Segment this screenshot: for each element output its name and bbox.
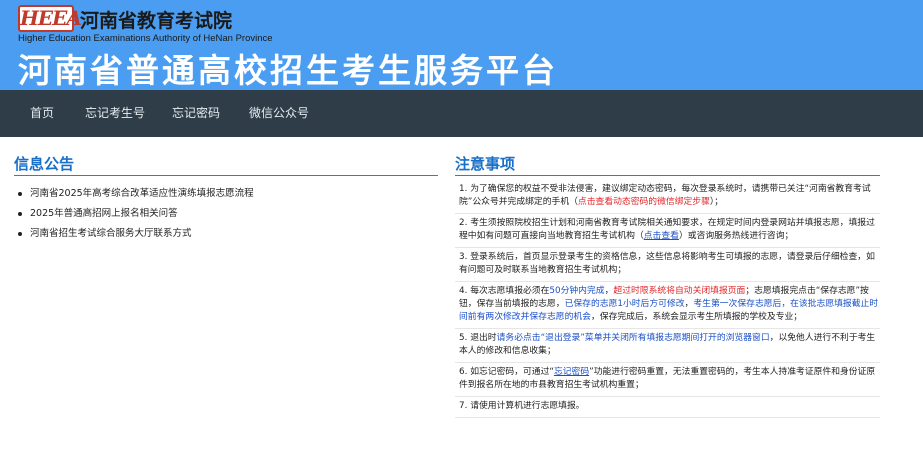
rule-text: 请使用计算机进行志愿填报。: [470, 401, 585, 411]
main-nav: 首页 忘记考生号 忘记密码 微信公众号: [0, 90, 923, 137]
nav-item-forgot-password[interactable]: 忘记密码: [172, 90, 220, 137]
rule-text: 如忘记密码，可通过“: [470, 367, 554, 377]
rule-text: ，保存完成后，系统会显示考生所填报的学校及专业；: [590, 312, 803, 322]
notice-panel: 信息公告 河南省2025年高考综合改革适应性演练填报志愿流程 2025年普通高招…: [14, 152, 438, 244]
rules-panel: 注意事项 1. 为了确保您的权益不受非法侵害，建议绑定动态密码，每次登录系统时，…: [455, 152, 880, 420]
platform-title: 河南省普通高校招生考生服务平台: [18, 51, 558, 90]
rule-number: 3.: [459, 252, 468, 262]
rule-text: 登录系统后，首页显示登录考生的资格信息，这些信息将影响考生可填报的志愿，请登录后…: [459, 252, 875, 275]
nav-item-forgot-exam-number[interactable]: 忘记考生号: [85, 90, 145, 137]
rule-number: 7.: [459, 401, 468, 411]
notice-item[interactable]: 河南省招生考试综合服务大厅联系方式: [14, 224, 438, 244]
rule-highlight: 已保存的志愿1小时后方可修改: [564, 299, 685, 309]
rule-highlight: 50分钟内完成: [549, 286, 605, 296]
forgot-password-link[interactable]: 忘记密码: [554, 367, 589, 377]
rule-item-6: 6. 如忘记密码，可通过“忘记密码”功能进行密码重置，无法重置密码的，考生本人持…: [455, 365, 880, 397]
rule-number: 5.: [459, 333, 468, 343]
rule-text: 退出时: [470, 333, 497, 343]
rule-number: 6.: [459, 367, 468, 377]
rule-warning: 超过时限系统将自动关闭填报页面: [613, 286, 746, 296]
rule-item-4: 4. 每次志愿填报必须在50分钟内完成，超过时限系统将自动关闭填报页面；志愿填报…: [455, 284, 880, 329]
rule-item-7: 7. 请使用计算机进行志愿填报。: [455, 399, 880, 418]
nav-item-wechat-account[interactable]: 微信公众号: [249, 90, 309, 137]
nav-item-home[interactable]: 首页: [30, 90, 54, 137]
view-local-office-link[interactable]: 点击查看: [644, 231, 679, 241]
site-header: HEEA 河南省教育考试院 Higher Education Examinati…: [0, 0, 923, 90]
org-name-en: Higher Education Examinations Authority …: [18, 33, 273, 44]
wechat-binding-steps-link[interactable]: 点击查看动态密码的微信绑定步骤: [578, 197, 710, 207]
notice-item[interactable]: 河南省2025年高考综合改革适应性演练填报志愿流程: [14, 184, 438, 204]
logo-text: HEEA: [20, 6, 82, 30]
rule-text: ）；: [709, 197, 724, 207]
rule-item-5: 5. 退出时请务必点击“退出登录”菜单并关闭所有填报志愿期间打开的浏览器窗口，以…: [455, 331, 880, 363]
rules-list: 1. 为了确保您的权益不受非法侵害，建议绑定动态密码，每次登录系统时，请携带已关…: [455, 182, 880, 418]
notice-list: 河南省2025年高考综合改革适应性演练填报志愿流程 2025年普通高招网上报名相…: [14, 184, 438, 244]
rule-number: 4.: [459, 286, 468, 296]
notice-title: 信息公告: [14, 152, 438, 176]
rules-title: 注意事项: [455, 152, 880, 176]
rule-item-3: 3. 登录系统后，首页显示登录考生的资格信息，这些信息将影响考生可填报的志愿，请…: [455, 250, 880, 282]
rule-text: 每次志愿填报必须在: [470, 286, 550, 296]
notice-item[interactable]: 2025年普通高招网上报名相关问答: [14, 204, 438, 224]
rule-item-2: 2. 考生须按照院校招生计划和河南省教育考试院相关通知要求，在规定时间内登录网站…: [455, 216, 880, 248]
org-name-cn: 河南省教育考试院: [80, 10, 233, 32]
rule-number: 2.: [459, 218, 468, 228]
rule-highlight: 请务必点击“退出登录”菜单并关闭所有填报志愿期间打开的浏览器窗口: [496, 333, 770, 343]
rule-item-1: 1. 为了确保您的权益不受非法侵害，建议绑定动态密码，每次登录系统时，请携带已关…: [455, 182, 880, 214]
heea-logo[interactable]: HEEA: [18, 5, 82, 32]
rule-text: ）或咨询服务热线进行咨询；: [678, 231, 794, 241]
rule-number: 1.: [459, 184, 468, 194]
